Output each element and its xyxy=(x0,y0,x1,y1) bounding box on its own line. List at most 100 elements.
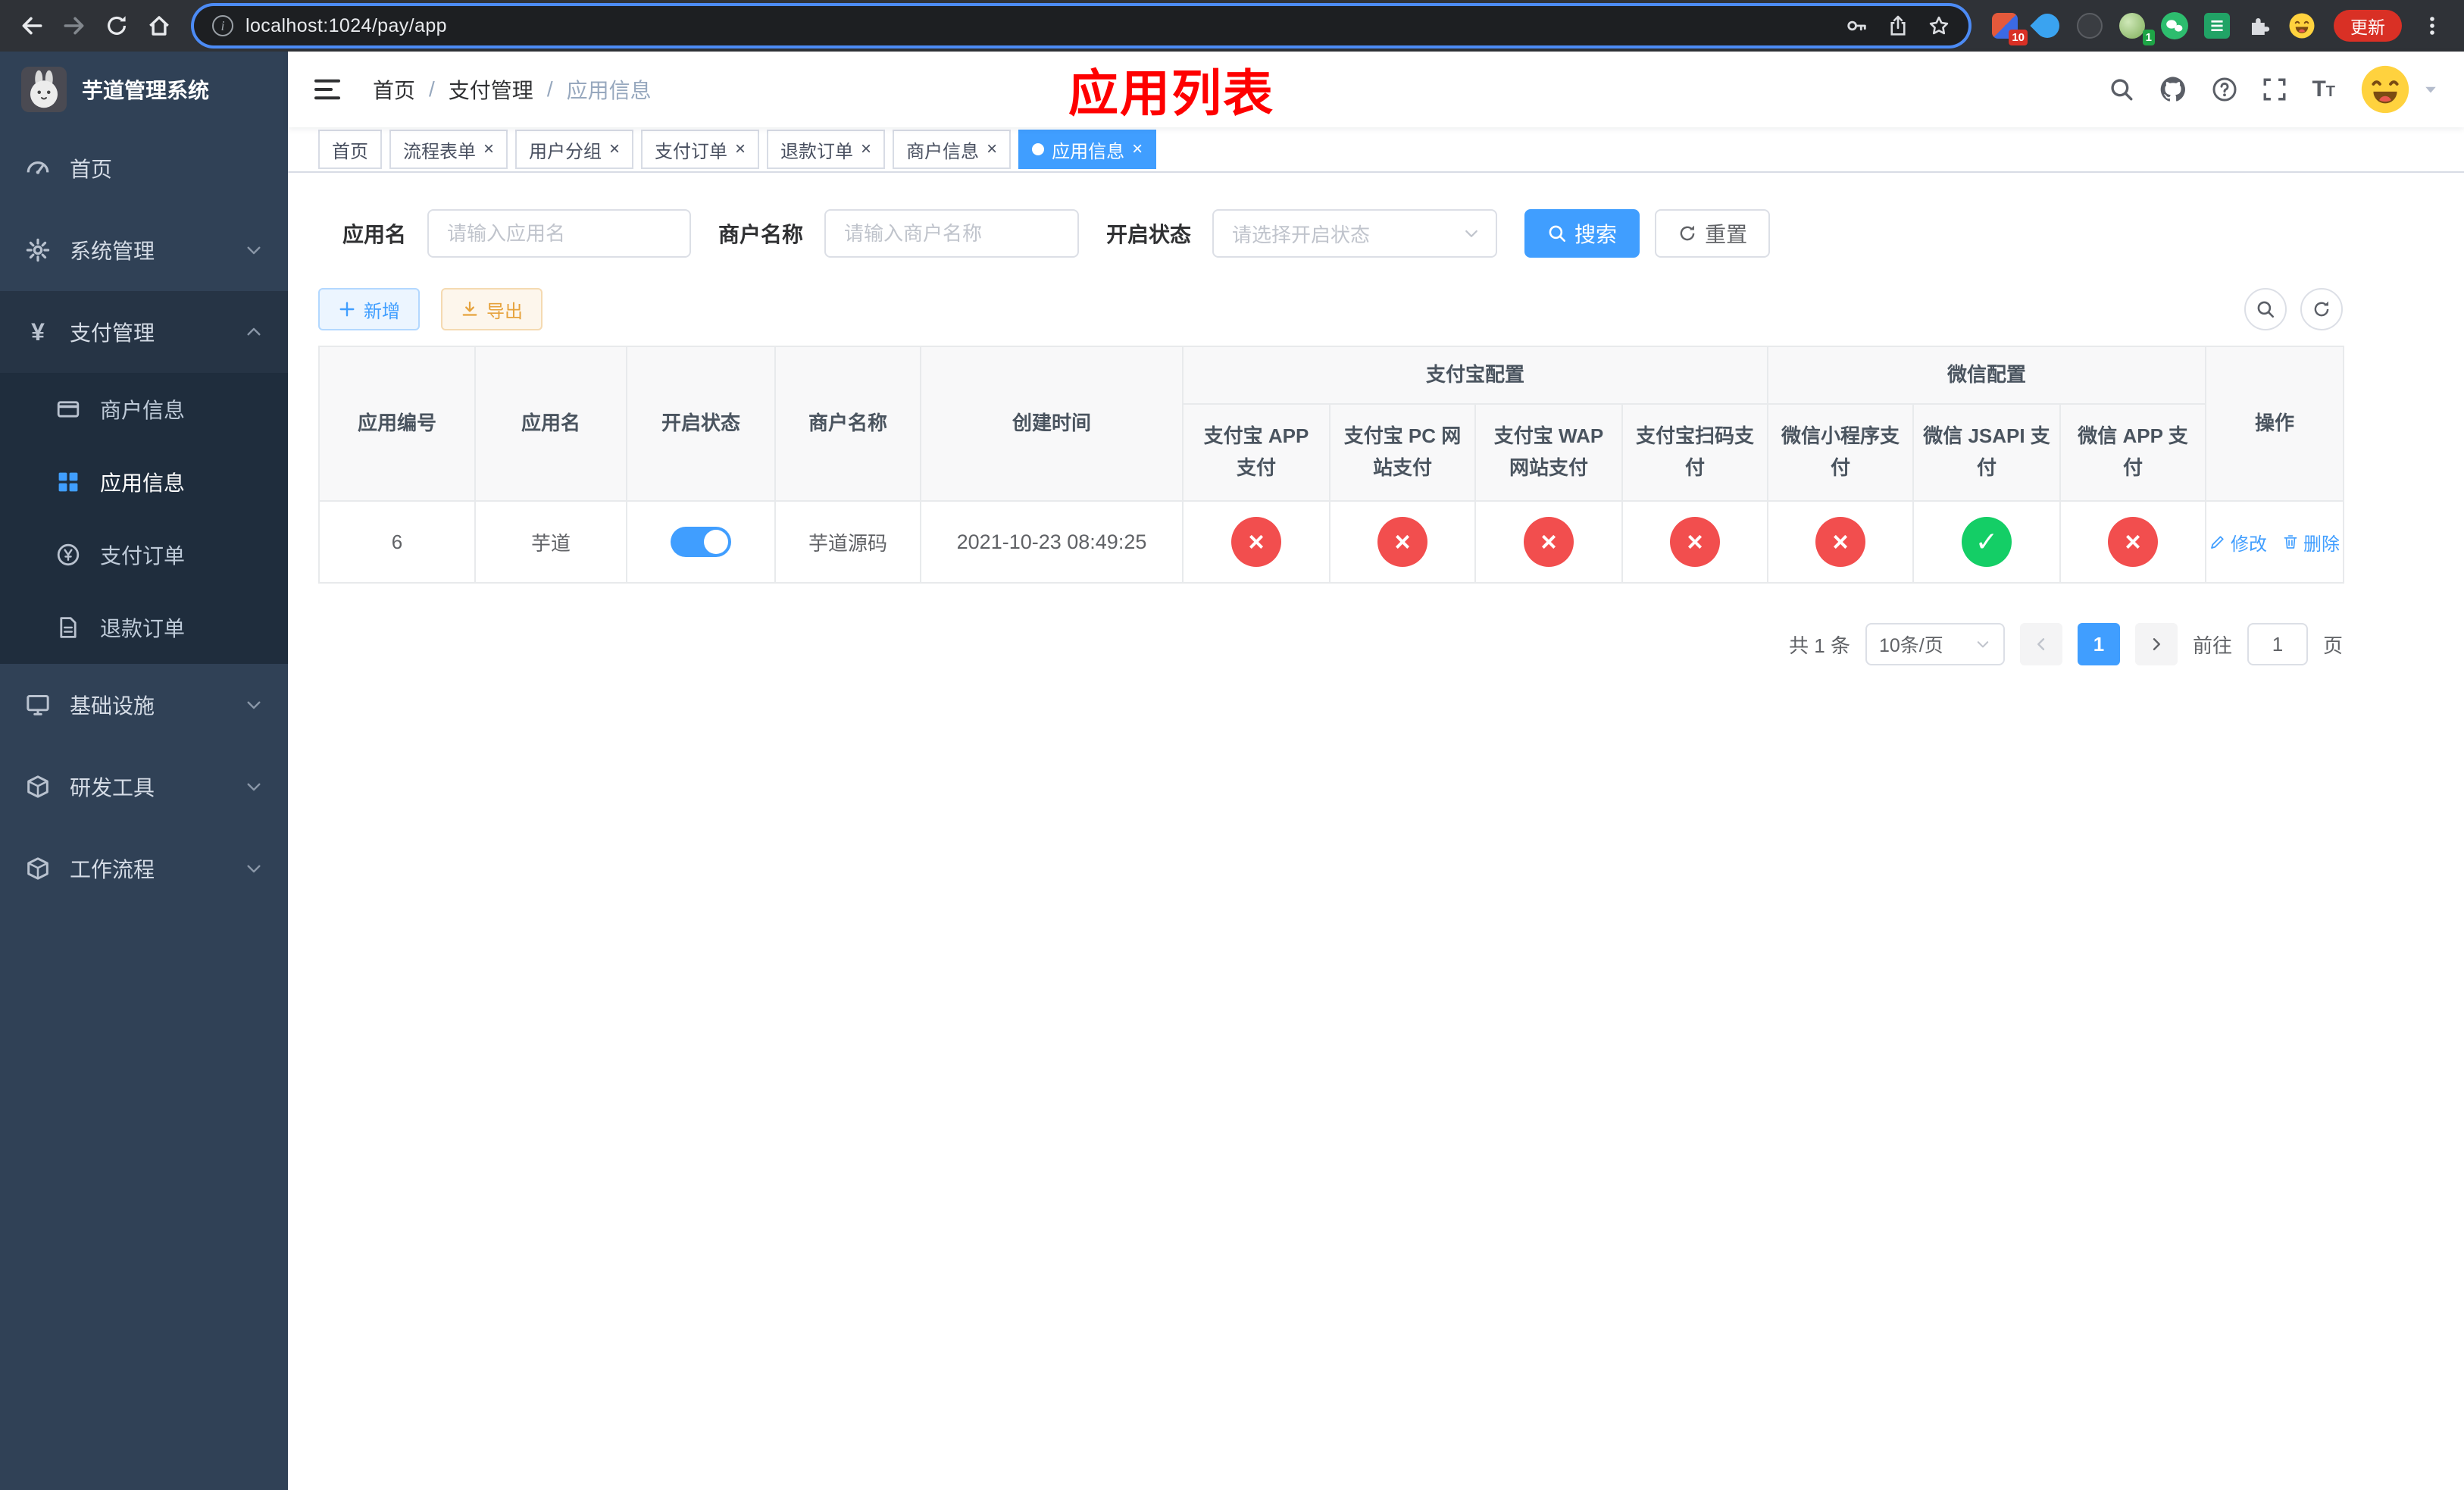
add-button[interactable]: 新增 xyxy=(318,288,420,330)
emoji-extension-icon[interactable] xyxy=(2287,11,2317,41)
navbar-actions: TT xyxy=(2109,64,2440,115)
table-toolbar: 新增 导出 xyxy=(318,288,2343,330)
close-icon[interactable]: × xyxy=(483,140,494,158)
monitor-icon xyxy=(24,691,52,718)
browser-forward-button[interactable] xyxy=(55,6,94,45)
breadcrumb-payment[interactable]: 支付管理 xyxy=(449,74,533,105)
search-icon[interactable] xyxy=(2109,77,2134,102)
reset-button-label: 重置 xyxy=(1705,223,1748,246)
sidebar-item-label: 商户信息 xyxy=(100,399,186,422)
breadcrumb-home[interactable]: 首页 xyxy=(373,74,415,105)
search-icon xyxy=(2256,299,2275,319)
prev-page-button[interactable] xyxy=(2019,623,2062,665)
toggle-search-button[interactable] xyxy=(2244,288,2287,330)
merchant-name-label: 商户名称 xyxy=(718,223,804,246)
status-select[interactable]: 请选择开启状态 xyxy=(1212,209,1498,258)
cube-icon xyxy=(24,773,52,800)
wechat-extension-icon[interactable] xyxy=(2159,11,2190,41)
close-icon[interactable]: × xyxy=(609,140,620,158)
page-number-1[interactable]: 1 xyxy=(2077,623,2120,665)
tab-refund-orders[interactable]: 退款订单 × xyxy=(767,130,886,169)
col-header-status: 开启状态 xyxy=(626,346,776,502)
tab-merchant-info[interactable]: 商户信息 × xyxy=(893,130,1012,169)
sidebar-item-label: 基础设施 xyxy=(70,694,155,718)
sidebar-item-merchant-info[interactable]: 商户信息 xyxy=(0,373,288,446)
plus-icon xyxy=(338,300,356,318)
github-icon[interactable] xyxy=(2159,75,2187,104)
sidebar-item-devtools[interactable]: 研发工具 xyxy=(0,746,288,828)
refresh-table-button[interactable] xyxy=(2300,288,2343,330)
sidebar-item-pay-orders[interactable]: 支付订单 xyxy=(0,518,288,591)
search-form: 应用名 商户名称 开启状态 请选择开启状态 xyxy=(318,209,2434,258)
export-button[interactable]: 导出 xyxy=(441,288,543,330)
app-title: 芋道管理系统 xyxy=(82,79,210,102)
total-count: 共 1 条 xyxy=(1789,634,1850,657)
app-logo[interactable]: 芋道管理系统 xyxy=(0,52,288,127)
merchant-name-input[interactable] xyxy=(824,209,1080,258)
tab-user-group[interactable]: 用户分组 × xyxy=(515,130,634,169)
site-info-icon[interactable]: i xyxy=(212,15,233,36)
chrome-update-button[interactable]: 更新 xyxy=(2334,10,2402,42)
tab-app-info[interactable]: 应用信息 × xyxy=(1018,130,1157,169)
close-icon[interactable]: × xyxy=(1132,140,1143,158)
share-icon[interactable] xyxy=(1887,14,1909,37)
address-bar[interactable]: i localhost:1024/pay/app xyxy=(194,6,1968,45)
browser-reload-button[interactable] xyxy=(97,6,136,45)
sidebar-item-workflow[interactable]: 工作流程 xyxy=(0,828,288,909)
next-page-button[interactable] xyxy=(2134,623,2178,665)
edit-link[interactable]: 修改 xyxy=(2209,529,2267,556)
sidebar-item-refund-orders[interactable]: 退款订单 xyxy=(0,591,288,664)
chevron-up-icon xyxy=(244,322,264,342)
tab-home[interactable]: 首页 xyxy=(318,130,382,169)
sidebar-item-system[interactable]: 系统管理 xyxy=(0,209,288,291)
close-icon[interactable]: × xyxy=(735,140,746,158)
app-name-input[interactable] xyxy=(427,209,692,258)
sidebar-collapse-button[interactable] xyxy=(312,74,342,105)
font-size-icon[interactable]: TT xyxy=(2312,78,2335,101)
extension-icon-1[interactable]: 10 xyxy=(1990,11,2028,45)
add-button-label: 新增 xyxy=(364,301,400,322)
sidebar-item-home[interactable]: 首页 xyxy=(0,127,288,209)
extensions-puzzle-icon[interactable] xyxy=(2244,11,2275,41)
app-name-label: 应用名 xyxy=(342,223,407,246)
sidebar-item-infrastructure[interactable]: 基础设施 xyxy=(0,664,288,746)
sidebar-item-payment[interactable]: ¥ 支付管理 xyxy=(0,291,288,373)
breadcrumb: 首页 / 支付管理 / 应用信息 xyxy=(373,74,652,105)
cell-app-name: 芋道 xyxy=(474,500,627,584)
bookmark-star-icon[interactable] xyxy=(1928,14,1950,37)
user-avatar-menu[interactable] xyxy=(2359,64,2440,115)
sidebar-item-label: 退款订单 xyxy=(100,617,186,640)
reset-button[interactable]: 重置 xyxy=(1655,209,1771,258)
help-icon[interactable] xyxy=(2212,77,2237,102)
sidebar-item-app-info[interactable]: 应用信息 xyxy=(0,446,288,518)
status-toggle[interactable] xyxy=(671,527,731,557)
tab-pay-orders[interactable]: 支付订单 × xyxy=(641,130,760,169)
group-header-alipay: 支付宝配置 xyxy=(1181,346,1769,405)
sidebar-item-label: 首页 xyxy=(70,158,113,181)
page-size-select[interactable]: 10条/页 xyxy=(1865,623,2005,665)
browser-back-button[interactable] xyxy=(12,6,52,45)
password-key-icon[interactable] xyxy=(1846,14,1868,37)
avatar-glyph xyxy=(2119,13,2145,39)
page-annotation-title: 应用列表 xyxy=(1068,65,1274,121)
close-icon[interactable]: × xyxy=(861,140,871,158)
fullscreen-icon[interactable] xyxy=(2262,77,2287,102)
tab-label: 支付订单 xyxy=(655,141,728,162)
delete-link[interactable]: 删除 xyxy=(2282,529,2340,556)
chevron-down-icon xyxy=(244,695,264,715)
extension-icon-3[interactable] xyxy=(2075,11,2105,41)
status-label: 开启状态 xyxy=(1106,223,1192,246)
goto-page-input[interactable] xyxy=(2247,623,2308,665)
browser-menu-button[interactable] xyxy=(2412,6,2452,45)
tab-process-form[interactable]: 流程表单 × xyxy=(389,130,508,169)
browser-home-button[interactable] xyxy=(139,6,179,45)
extension-icon-4[interactable]: 1 xyxy=(2117,11,2155,45)
close-icon[interactable]: × xyxy=(987,140,997,158)
notes-extension-icon[interactable] xyxy=(2202,11,2232,41)
extension-icon-2[interactable] xyxy=(2030,8,2065,43)
url-text[interactable]: localhost:1024/pay/app xyxy=(245,15,1834,37)
sidebar-item-label: 研发工具 xyxy=(70,776,155,800)
search-button[interactable]: 搜索 xyxy=(1524,209,1640,258)
caret-down-icon xyxy=(2422,80,2440,99)
chevron-down-icon xyxy=(1462,224,1481,243)
